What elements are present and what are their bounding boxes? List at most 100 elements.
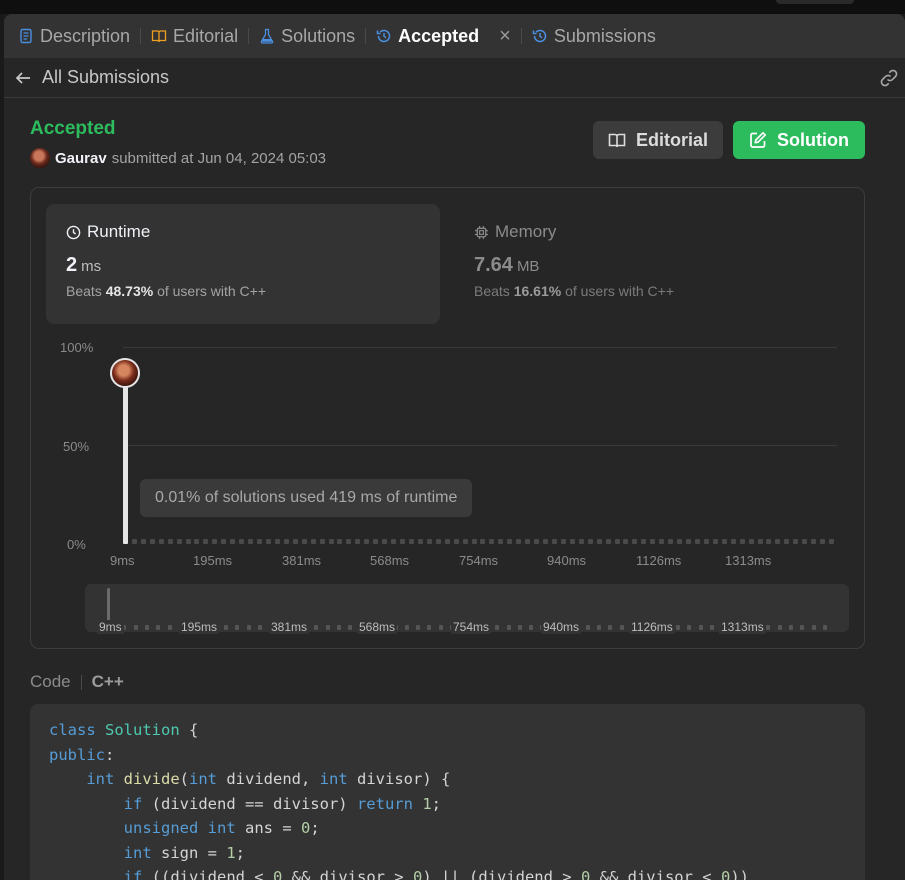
chart-bar[interactable]: [426, 539, 432, 544]
chart-bar[interactable]: [131, 539, 137, 544]
brush-bar: [337, 625, 341, 630]
chart-bar[interactable]: [265, 539, 271, 544]
chart-bar[interactable]: [391, 539, 397, 544]
chart-bar[interactable]: [694, 539, 700, 544]
editorial-button[interactable]: Editorial: [593, 121, 723, 159]
chart-bar[interactable]: [820, 539, 826, 544]
chart-bar[interactable]: [730, 539, 736, 544]
chart-bar[interactable]: [784, 539, 790, 544]
tab-submissions[interactable]: Submissions: [532, 14, 656, 58]
chart-bar[interactable]: [328, 539, 334, 544]
chart-bar[interactable]: [274, 539, 280, 544]
chart-bar[interactable]: [525, 539, 531, 544]
chart-bar[interactable]: [748, 539, 754, 544]
chart-bar[interactable]: [534, 539, 540, 544]
chart-bar[interactable]: [221, 539, 227, 544]
chart-bar[interactable]: [310, 539, 316, 544]
chart-bar[interactable]: [793, 539, 799, 544]
close-icon[interactable]: ×: [499, 25, 511, 48]
chart-bar[interactable]: [185, 539, 191, 544]
chart-bar[interactable]: [596, 539, 602, 544]
chart-bar[interactable]: [489, 539, 495, 544]
chart-bar[interactable]: [212, 539, 218, 544]
chart-bar[interactable]: [560, 539, 566, 544]
memory-stat[interactable]: Memory 7.64 MB Beats 16.61% of users with…: [454, 204, 848, 324]
link-icon[interactable]: [879, 68, 899, 88]
chart-bar[interactable]: [417, 539, 423, 544]
brush-handle[interactable]: [107, 588, 110, 624]
chart-bar[interactable]: [623, 539, 629, 544]
chart-bar[interactable]: [239, 539, 245, 544]
chart-bar[interactable]: [766, 539, 772, 544]
chart-bar[interactable]: [632, 539, 638, 544]
chart-bar[interactable]: [650, 539, 656, 544]
chart-bar[interactable]: [516, 539, 522, 544]
chart-bar[interactable]: [668, 539, 674, 544]
tab-description[interactable]: Description: [18, 14, 130, 58]
chart-bar[interactable]: [757, 539, 763, 544]
avatar[interactable]: [30, 148, 50, 168]
chart-bar[interactable]: [364, 539, 370, 544]
chart-bar[interactable]: [355, 539, 361, 544]
chart-bar[interactable]: [337, 539, 343, 544]
chart-bar[interactable]: [203, 539, 209, 544]
chart-bar[interactable]: [712, 539, 718, 544]
chart-bar[interactable]: [194, 539, 200, 544]
chart-range-brush[interactable]: 9ms 195ms 381ms 568ms 754ms 940ms 1126ms 1313ms: [85, 584, 849, 634]
all-submissions-link[interactable]: All Submissions: [42, 67, 169, 88]
chart-bar[interactable]: [176, 539, 182, 544]
chart-bar[interactable]: [435, 539, 441, 544]
chart-bar[interactable]: [659, 539, 665, 544]
avatar[interactable]: [110, 358, 140, 388]
chart-bar[interactable]: [283, 539, 289, 544]
chart-bar[interactable]: [230, 539, 236, 544]
runtime-stat[interactable]: Runtime 2 ms Beats 48.73% of users with C…: [46, 204, 440, 324]
chart-bar[interactable]: [543, 539, 549, 544]
chart-bar[interactable]: [498, 539, 504, 544]
chart-bar[interactable]: [587, 539, 593, 544]
chart-bar[interactable]: [641, 539, 647, 544]
chart-bar[interactable]: [703, 539, 709, 544]
chart-bar[interactable]: [158, 539, 164, 544]
chart-bar[interactable]: [739, 539, 745, 544]
tab-solutions[interactable]: Solutions: [259, 14, 355, 58]
chart-bar[interactable]: [444, 539, 450, 544]
tab-accepted[interactable]: Accepted ×: [376, 14, 511, 58]
chart-bar[interactable]: [319, 539, 325, 544]
chart-bar[interactable]: [400, 539, 406, 544]
tab-editorial[interactable]: Editorial: [151, 14, 238, 58]
chart-bar[interactable]: [829, 539, 834, 544]
chart-bar[interactable]: [346, 539, 352, 544]
chart-bar[interactable]: [292, 539, 298, 544]
chart-bar[interactable]: [551, 539, 557, 544]
chart-bar[interactable]: [301, 539, 307, 544]
submitter-username[interactable]: Gaurav: [55, 150, 107, 167]
chart-bar[interactable]: [382, 539, 388, 544]
chart-bar-selected[interactable]: [123, 362, 128, 544]
arrow-left-icon[interactable]: [14, 69, 32, 87]
chart-bar[interactable]: [462, 539, 468, 544]
code-block[interactable]: class Solution { public: int divide(int …: [30, 704, 865, 880]
chart-bar[interactable]: [507, 539, 513, 544]
chart-bar[interactable]: [373, 539, 379, 544]
chart-bar[interactable]: [614, 539, 620, 544]
chart-bar[interactable]: [686, 539, 691, 544]
chart-bar[interactable]: [480, 539, 486, 544]
chart-bar[interactable]: [471, 539, 477, 544]
chart-bar[interactable]: [811, 539, 817, 544]
chart-bar[interactable]: [605, 539, 611, 544]
chart-bar[interactable]: [248, 539, 254, 544]
chart-bar[interactable]: [453, 539, 459, 544]
solution-button[interactable]: Solution: [733, 121, 865, 159]
chart-bar[interactable]: [149, 539, 155, 544]
chart-bar[interactable]: [167, 539, 173, 544]
chart-bar[interactable]: [257, 539, 263, 544]
chart-bar[interactable]: [408, 539, 414, 544]
chart-bar[interactable]: [677, 539, 683, 544]
chart-bar[interactable]: [140, 539, 146, 544]
chart-bar[interactable]: [569, 539, 575, 544]
chart-bar[interactable]: [578, 539, 584, 544]
chart-bar[interactable]: [775, 539, 781, 544]
chart-bar[interactable]: [802, 539, 808, 544]
chart-bar[interactable]: [721, 539, 727, 544]
